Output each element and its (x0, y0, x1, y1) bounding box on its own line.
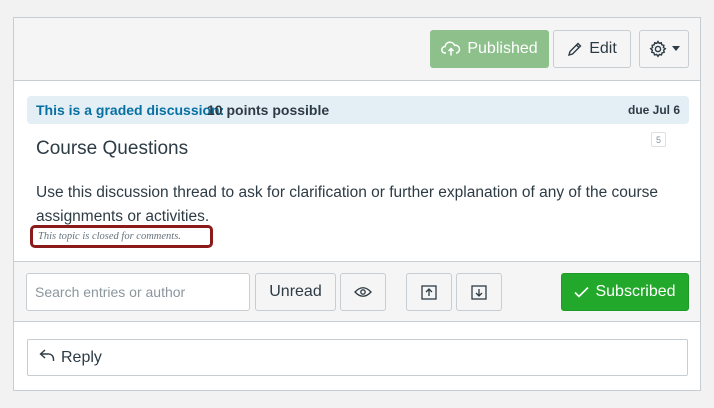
unread-label: Unread (269, 283, 322, 300)
reply-arrow-icon (39, 348, 55, 367)
pencil-icon (567, 41, 583, 57)
checkmark-icon (574, 286, 590, 298)
published-label: Published (467, 40, 538, 57)
collapse-up-icon (421, 284, 437, 300)
mark-read-button[interactable] (340, 273, 386, 311)
expand-down-icon (471, 284, 487, 300)
caret-down-icon (671, 46, 680, 52)
collapse-replies-button[interactable] (406, 273, 452, 311)
unread-filter-button[interactable]: Unread (255, 273, 336, 311)
search-input[interactable] (26, 273, 250, 311)
published-button[interactable]: Published (430, 30, 549, 68)
cloud-upload-icon (441, 41, 461, 57)
subscribed-label: Subscribed (595, 283, 676, 300)
due-date: due Jul 6 (627, 103, 680, 117)
reply-label: Reply (61, 348, 102, 366)
graded-label: This is a graded discussion: (36, 102, 225, 118)
edit-label: Edit (589, 40, 617, 57)
points-possible: 10 points possible (207, 102, 330, 118)
discussion-panel: Published Edit This is a graded discussi… (13, 17, 701, 391)
discussion-toolbar: Unread (14, 261, 700, 322)
settings-menu-button[interactable] (639, 30, 689, 68)
graded-discussion-banner: This is a graded discussion: 10 points p… (27, 96, 689, 124)
expand-replies-button[interactable] (456, 273, 502, 311)
reply-button[interactable]: Reply (27, 339, 688, 376)
header-bar: Published Edit (14, 18, 700, 81)
topic-title: Course Questions (36, 138, 189, 159)
gear-icon (649, 40, 667, 58)
reply-count-badge: 5 (651, 132, 666, 147)
edit-button[interactable]: Edit (553, 30, 631, 68)
topic-message: Use this discussion thread to ask for cl… (36, 184, 659, 225)
eye-icon (354, 286, 372, 298)
closed-for-comments-notice: This topic is closed for comments. (30, 225, 213, 248)
subscribed-button[interactable]: Subscribed (561, 273, 689, 311)
